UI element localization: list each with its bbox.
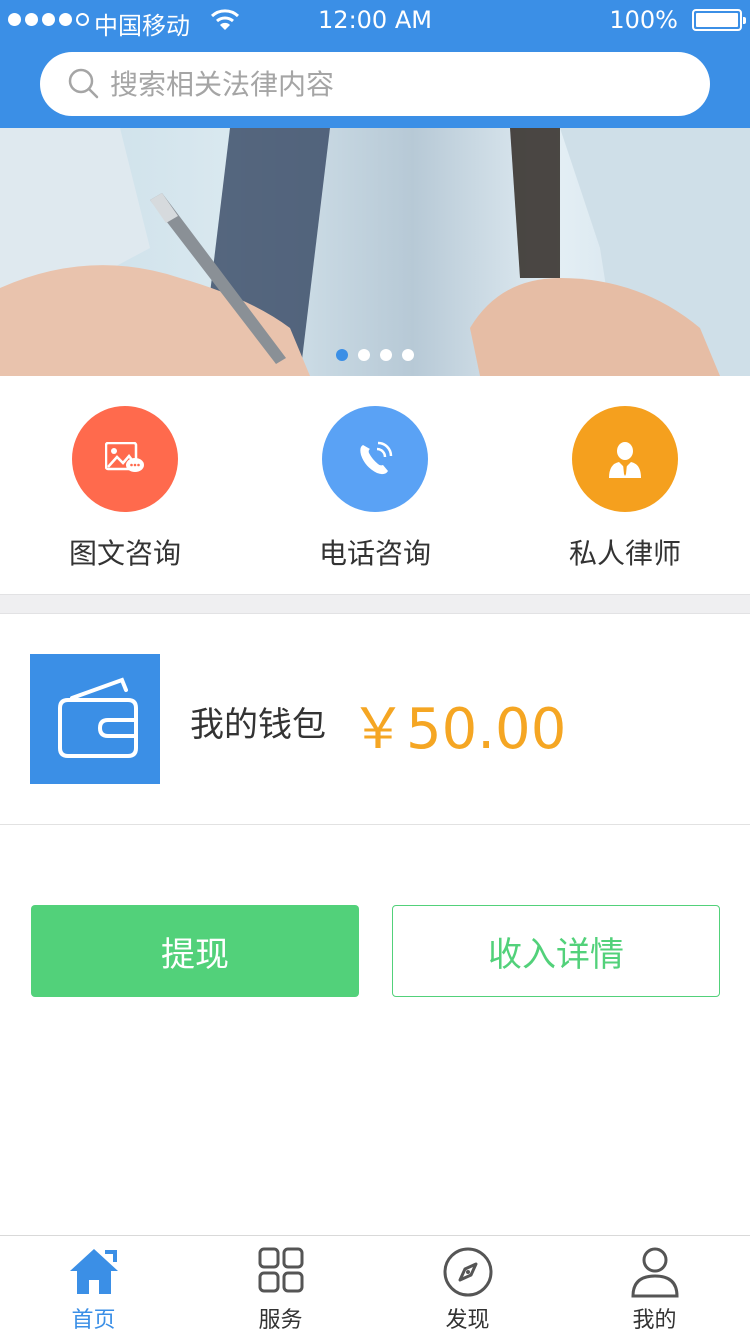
tab-home[interactable]: 首页 (0, 1236, 187, 1335)
battery-percent: 100% (609, 6, 678, 34)
image-chat-icon (72, 406, 178, 512)
tab-label: 服务 (258, 1308, 303, 1333)
quick-action-phone-consult[interactable]: 电话咨询 (250, 406, 500, 572)
search-input[interactable] (110, 52, 670, 116)
tab-label: 我的 (632, 1308, 677, 1333)
pager-dot[interactable] (402, 349, 414, 361)
quick-action-label: 图文咨询 (68, 537, 181, 570)
wallet-balance: ￥50.00 (350, 697, 567, 762)
quick-action-label: 电话咨询 (318, 537, 431, 570)
pager-dot[interactable] (358, 349, 370, 361)
home-icon (67, 1246, 121, 1300)
income-detail-button[interactable]: 收入详情 (392, 905, 720, 997)
banner-image (0, 128, 750, 376)
search-bar[interactable] (40, 52, 710, 116)
tab-label: 首页 (71, 1308, 116, 1333)
tab-discover[interactable]: 发现 (374, 1236, 561, 1335)
lawyer-icon (572, 406, 678, 512)
withdraw-button[interactable]: 提现 (31, 905, 359, 997)
status-bar: 中国移动 12:00 AM 100% (0, 0, 750, 40)
section-divider (0, 594, 750, 614)
banner-carousel[interactable] (0, 128, 750, 376)
grid-icon (257, 1246, 305, 1298)
pager-dot[interactable] (380, 349, 392, 361)
phone-call-icon (322, 406, 428, 512)
wallet-icon (30, 654, 160, 784)
header: 中国移动 12:00 AM 100% (0, 0, 750, 128)
wallet-label: 我的钱包 (190, 705, 326, 745)
quick-action-label: 私人律师 (568, 537, 681, 570)
quick-action-image-consult[interactable]: 图文咨询 (0, 406, 250, 572)
carousel-pager[interactable] (336, 349, 414, 361)
tab-label: 发现 (445, 1308, 490, 1333)
pager-dot-active[interactable] (336, 349, 348, 361)
battery-icon (692, 9, 746, 31)
tab-bar: 首页 服务 发现 我的 (0, 1235, 750, 1334)
compass-icon (442, 1246, 494, 1302)
wallet-card[interactable]: 我的钱包 ￥50.00 (0, 614, 750, 825)
search-icon (68, 68, 100, 104)
quick-action-private-lawyer[interactable]: 私人律师 (500, 406, 750, 572)
profile-icon (630, 1246, 680, 1302)
tab-services[interactable]: 服务 (187, 1236, 374, 1335)
quick-actions: 图文咨询 电话咨询 私人律师 (0, 376, 750, 594)
tab-profile[interactable]: 我的 (561, 1236, 748, 1335)
